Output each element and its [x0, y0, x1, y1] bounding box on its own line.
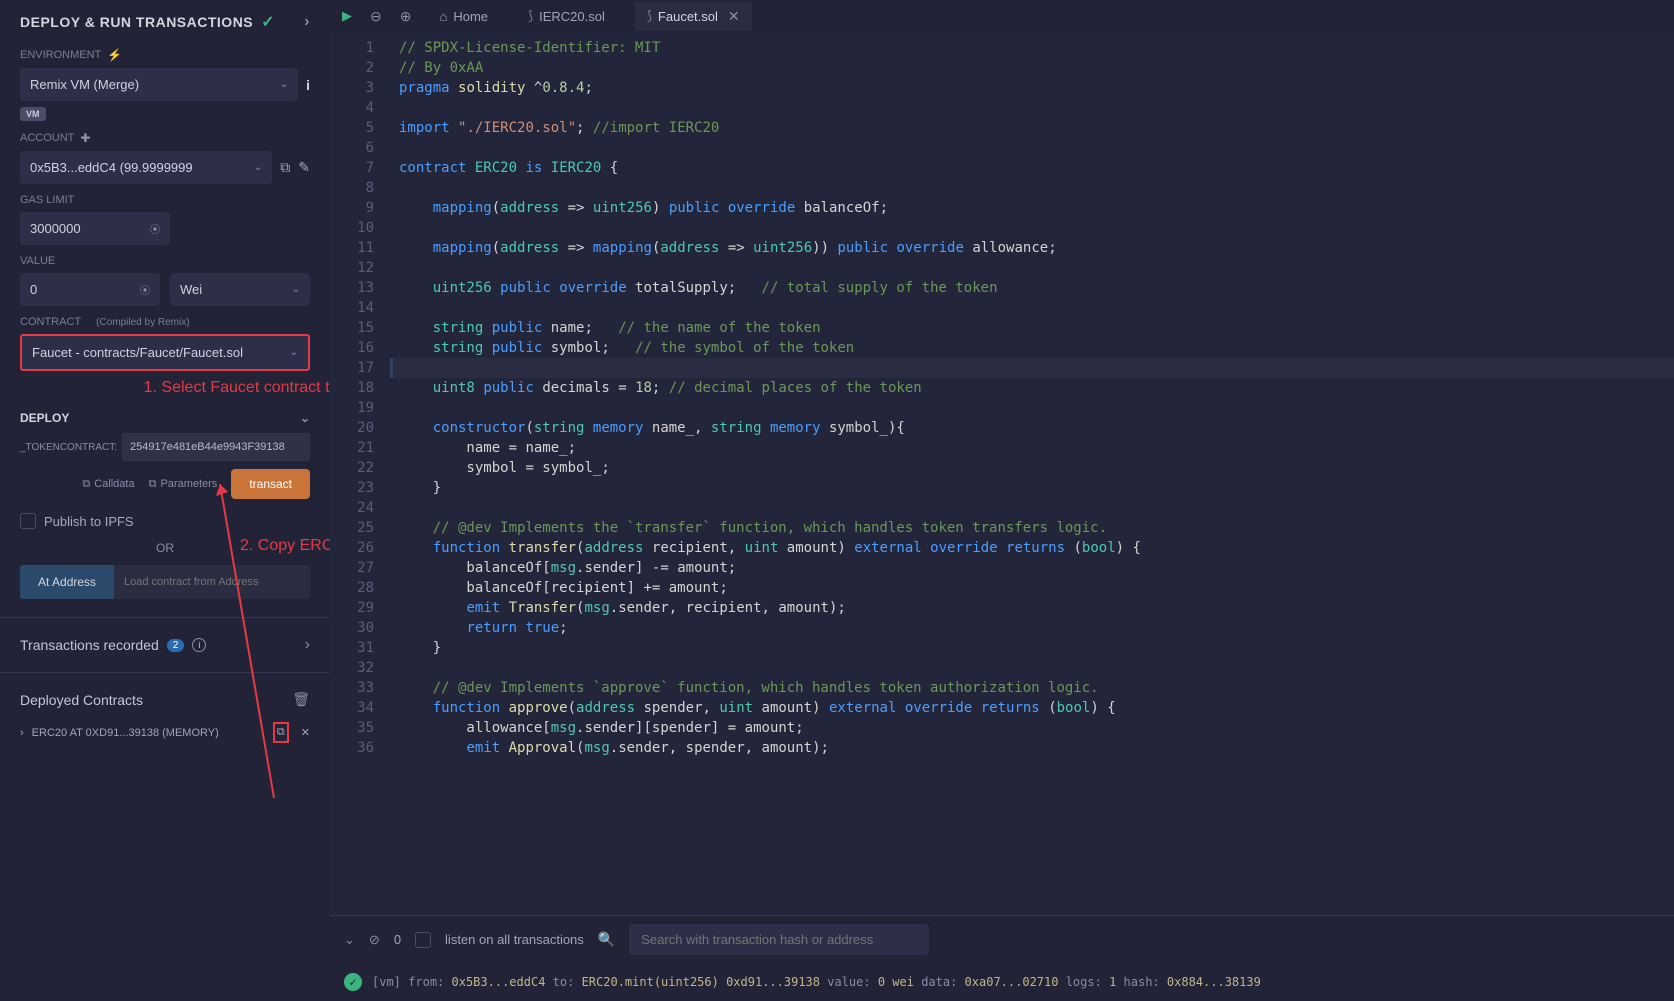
- value-label: VALUE: [20, 255, 310, 267]
- panel-title: DEPLOY & RUN TRANSACTIONS ✓ ›: [20, 12, 310, 32]
- line-gutter: 1234567891011121314151617181920212223242…: [330, 32, 390, 915]
- deployed-item[interactable]: › ERC20 AT 0XD91...39138 (MEMORY) ⧉ ✕: [20, 722, 310, 743]
- copy-address-icon[interactable]: ⧉: [273, 722, 289, 743]
- home-tab[interactable]: ⌂Home: [429, 5, 498, 28]
- edit-icon[interactable]: ✎: [298, 159, 310, 176]
- terminal-bar: ⌄ ⊘ 0 listen on all transactions 🔍: [330, 915, 1674, 963]
- listen-checkbox[interactable]: [415, 932, 431, 948]
- trash-icon[interactable]: 🗑: [292, 691, 310, 708]
- listen-label: listen on all transactions: [445, 932, 584, 947]
- home-icon: ⌂: [439, 9, 447, 24]
- panel-title-text: DEPLOY & RUN TRANSACTIONS: [20, 14, 253, 30]
- transact-button[interactable]: transact: [231, 469, 310, 499]
- collapse-icon[interactable]: ⌄: [344, 932, 355, 948]
- tab-faucet[interactable]: ⟆Faucet.sol ✕: [635, 2, 752, 31]
- annotation-step1: 1. Select Faucet contract to deploy: [100, 379, 330, 397]
- calldata-link[interactable]: ⧉ Calldata: [82, 478, 134, 491]
- pending-count: 0: [394, 932, 401, 947]
- account-select[interactable]: 0x5B3...eddC4 (99.9999999⌄: [20, 151, 272, 184]
- publish-ipfs-checkbox[interactable]: [20, 513, 36, 529]
- plug-icon: ⚡: [107, 48, 122, 62]
- environment-label: ENVIRONMENT ⚡: [20, 48, 310, 62]
- search-icon[interactable]: 🔍: [598, 931, 615, 948]
- contract-select[interactable]: Faucet - contracts/Faucet/Faucet.sol⌄: [20, 334, 310, 371]
- contract-label: CONTRACT (Compiled by Remix): [20, 316, 310, 328]
- gaslimit-label: GAS LIMIT: [20, 194, 310, 206]
- deployed-contracts-header: Deployed Contracts 🗑: [20, 691, 310, 708]
- chevron-right-icon: ›: [20, 727, 24, 739]
- deploy-label: DEPLOY ⌄: [20, 411, 310, 425]
- zoom-out-icon[interactable]: ⊖: [370, 8, 382, 25]
- info-icon[interactable]: i: [192, 638, 206, 652]
- value-input[interactable]: 0⦿: [20, 273, 160, 306]
- editor-toolbar: ▶ ⊖ ⊕ ⌂Home ⟆IERC20.sol ⟆Faucet.sol ✕: [330, 0, 1674, 32]
- or-text: OR: [156, 541, 174, 555]
- parameters-link[interactable]: ⧉ Parameters: [149, 478, 218, 491]
- close-icon[interactable]: ✕: [301, 726, 310, 739]
- editor-main: ▶ ⊖ ⊕ ⌂Home ⟆IERC20.sol ⟆Faucet.sol ✕ 12…: [330, 0, 1674, 1001]
- transactions-recorded[interactable]: Transactions recorded 2 i ›: [20, 636, 310, 654]
- terminal-search[interactable]: [629, 924, 929, 955]
- close-tab-icon[interactable]: ✕: [728, 8, 740, 25]
- vm-badge: VM: [20, 107, 46, 121]
- account-label: ACCOUNT ✚: [20, 131, 310, 145]
- gaslimit-input[interactable]: 3000000⦿: [20, 212, 170, 245]
- code-area[interactable]: // SPDX-License-Identifier: MIT// By 0xA…: [390, 32, 1674, 915]
- param-label: _TOKENCONTRACT:: [20, 442, 118, 453]
- zoom-in-icon[interactable]: ⊕: [400, 8, 412, 25]
- annotation-step2: 2. Copy ERC20's address: [240, 537, 330, 555]
- run-icon[interactable]: ▶: [342, 8, 352, 24]
- info-icon[interactable]: i: [306, 77, 310, 93]
- solidity-icon: ⟆: [647, 8, 652, 24]
- at-address-input[interactable]: [114, 565, 310, 599]
- copy-icon[interactable]: ⧉: [280, 159, 290, 176]
- at-address-button[interactable]: At Address: [20, 565, 114, 599]
- environment-select[interactable]: Remix VM (Merge)⌄: [20, 68, 298, 101]
- caret-icon: ⌄: [280, 79, 288, 90]
- terminal-output: ✓ [vm] from: 0x5B3...eddC4 to: ERC20.min…: [330, 963, 1674, 1001]
- success-icon: ✓: [344, 973, 362, 991]
- clear-icon[interactable]: ⊘: [369, 932, 380, 948]
- solidity-icon: ⟆: [528, 8, 533, 24]
- chevron-right-icon[interactable]: ›: [304, 13, 310, 31]
- code-editor[interactable]: 1234567891011121314151617181920212223242…: [330, 32, 1674, 915]
- tab-ierc20[interactable]: ⟆IERC20.sol: [516, 2, 617, 30]
- plus-icon[interactable]: ✚: [80, 131, 90, 145]
- tokencontract-input[interactable]: [122, 433, 310, 461]
- publish-ipfs-label: Publish to IPFS: [44, 514, 134, 529]
- deploy-run-panel: DEPLOY & RUN TRANSACTIONS ✓ › ENVIRONMEN…: [0, 0, 330, 1001]
- trans-count-badge: 2: [167, 639, 185, 652]
- value-unit-select[interactable]: Wei⌄: [170, 273, 310, 306]
- check-icon: ✓: [261, 12, 275, 32]
